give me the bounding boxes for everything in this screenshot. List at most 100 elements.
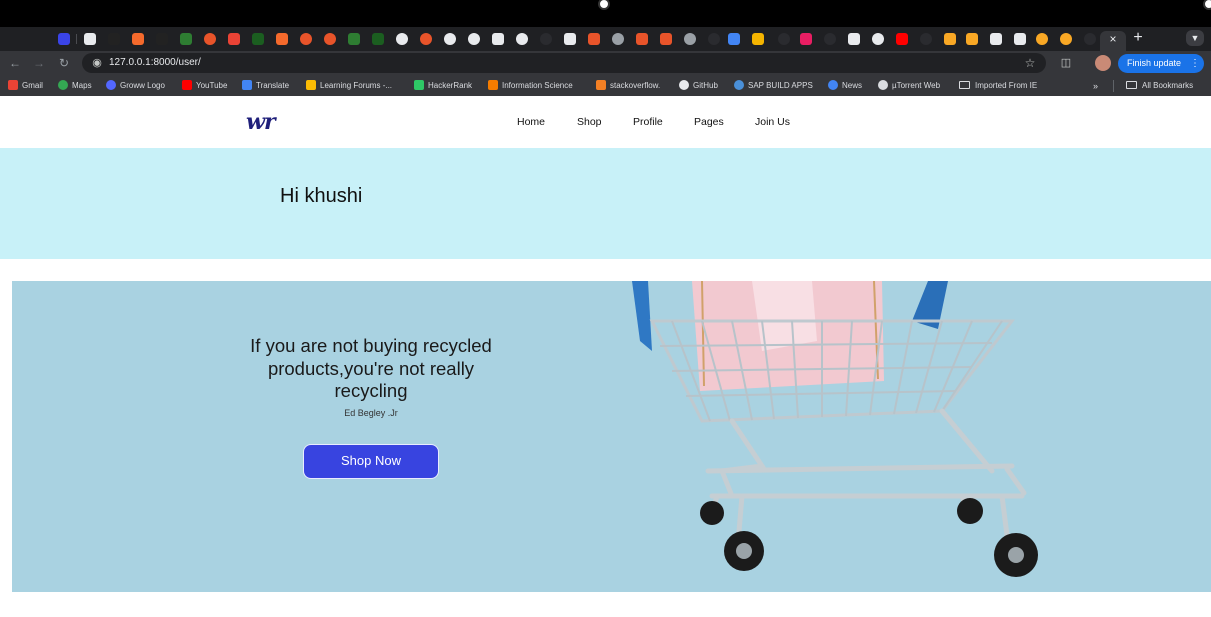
bookmark-hackerrank[interactable]: HackerRank (414, 79, 472, 93)
nav-join-us[interactable]: Join Us (755, 114, 790, 130)
tab-icon[interactable] (228, 33, 240, 45)
tab-icon[interactable] (728, 33, 740, 45)
maps-icon (58, 80, 68, 90)
nav-shop[interactable]: Shop (577, 114, 602, 130)
tab-icon[interactable] (800, 33, 812, 45)
tab-icon[interactable] (300, 33, 312, 45)
tab-icon[interactable] (468, 33, 480, 45)
tab-icon[interactable] (180, 33, 192, 45)
bookmark-groww[interactable]: Groww Logo (106, 79, 165, 93)
tab-icon[interactable] (276, 33, 288, 45)
shop-now-button[interactable]: Shop Now (303, 444, 439, 479)
bookmark-label: Gmail (22, 81, 43, 90)
bookmark-translate[interactable]: Translate (242, 79, 289, 93)
tab-icon[interactable] (540, 33, 552, 45)
hero-banner: If you are not buying recycled products,… (12, 281, 1211, 592)
hero-quote: If you are not buying recycled products,… (234, 335, 508, 403)
tab-icon[interactable] (420, 33, 432, 45)
bookmark-maps[interactable]: Maps (58, 79, 92, 93)
tab-icon[interactable] (444, 33, 456, 45)
nav-profile[interactable]: Profile (633, 114, 663, 130)
tab-icon[interactable] (636, 33, 648, 45)
cart-wheels (700, 498, 1038, 577)
tab-icon[interactable] (944, 33, 956, 45)
profile-avatar[interactable] (1095, 55, 1111, 71)
tab-icon[interactable] (824, 33, 836, 45)
tab-icon[interactable] (396, 33, 408, 45)
address-url[interactable]: 127.0.0.1:8000/user/ (109, 55, 201, 71)
hackerrank-icon (414, 80, 424, 90)
tab-icon[interactable] (108, 33, 120, 45)
tab-icon[interactable] (132, 33, 144, 45)
bookmark-information-science[interactable]: Information Science (488, 79, 573, 93)
tab-icon[interactable] (1060, 33, 1072, 45)
bookmark-youtube[interactable]: YouTube (182, 79, 227, 93)
extensions-icon[interactable]: ◫ (1058, 55, 1074, 71)
back-arrow-icon[interactable]: ← (7, 55, 23, 71)
tab-icon[interactable] (492, 33, 504, 45)
tab-icon[interactable] (58, 33, 70, 45)
tab-icon[interactable] (324, 33, 336, 45)
tab-icon[interactable] (1014, 33, 1026, 45)
bookmark-github[interactable]: GitHub (679, 79, 718, 93)
tab-icon[interactable] (1036, 33, 1048, 45)
bookmark-stackoverflow[interactable]: stackoverflow. (596, 79, 660, 93)
site-logo[interactable]: wr (246, 110, 276, 134)
greeting-banner (0, 148, 1211, 259)
tab-icon[interactable] (588, 33, 600, 45)
tab-strip (0, 27, 1211, 51)
nav-home[interactable]: Home (517, 114, 545, 130)
window-handle-top-right[interactable] (1203, 0, 1211, 10)
reload-icon[interactable]: ↻ (56, 55, 72, 71)
tab-icon[interactable] (920, 33, 932, 45)
forward-arrow-icon[interactable]: → (31, 55, 47, 71)
news-icon (828, 80, 838, 90)
bookmark-label: Maps (72, 81, 92, 90)
tab-icon[interactable] (156, 33, 168, 45)
all-bookmarks[interactable]: All Bookmarks (1126, 79, 1193, 93)
tab-icon[interactable] (612, 33, 624, 45)
bookmark-imported-from-ie[interactable]: Imported From IE (959, 79, 1037, 93)
tab-icon[interactable] (252, 33, 264, 45)
bookmarks-overflow-icon[interactable]: » (1093, 79, 1098, 93)
bookmark-label: SAP BUILD APPS (748, 81, 813, 90)
tab-icon[interactable] (778, 33, 790, 45)
site-info-icon[interactable]: ◉ (90, 55, 104, 71)
bookmark-utorrent-web[interactable]: µTorrent Web (878, 79, 940, 93)
tab-icon[interactable] (564, 33, 576, 45)
tab-icon[interactable] (990, 33, 1002, 45)
bookmark-label: Information Science (502, 81, 573, 90)
more-menu-icon[interactable]: ⋮ (1190, 54, 1200, 73)
bookmark-gmail[interactable]: Gmail (8, 79, 43, 93)
all-bookmarks-label: All Bookmarks (1142, 81, 1194, 90)
bookmark-star-icon[interactable]: ☆ (1022, 55, 1038, 71)
drive-icon (306, 80, 316, 90)
tab-icon[interactable] (516, 33, 528, 45)
tab-close-icon[interactable]: × (1106, 31, 1120, 47)
new-tab-button[interactable]: + (1130, 29, 1146, 47)
tab-icon[interactable] (660, 33, 672, 45)
bookmark-label: GitHub (693, 81, 718, 90)
tab-icon[interactable] (848, 33, 860, 45)
tab-icon[interactable] (84, 33, 96, 45)
tab-icon[interactable] (348, 33, 360, 45)
quote-author: Ed Begley .Jr (344, 408, 398, 418)
bookmark-label: stackoverflow. (610, 81, 661, 90)
tab-icon[interactable] (204, 33, 216, 45)
tab-icon[interactable] (872, 33, 884, 45)
tab-search-dropdown-icon[interactable]: ▼ (1186, 30, 1204, 46)
tab-icon[interactable] (1084, 33, 1096, 45)
gmail-icon (8, 80, 18, 90)
tab-icon[interactable] (372, 33, 384, 45)
tab-icon[interactable] (708, 33, 720, 45)
bookmark-learning-forums[interactable]: Learning Forums -... (306, 79, 392, 93)
quote-line: recycling (334, 380, 408, 401)
tab-icon[interactable] (684, 33, 696, 45)
tab-icon[interactable] (896, 33, 908, 45)
tab-icon[interactable] (752, 33, 764, 45)
nav-pages[interactable]: Pages (694, 114, 724, 130)
address-bar[interactable] (82, 53, 1046, 73)
bookmark-sap-build-apps[interactable]: SAP BUILD APPS (734, 79, 813, 93)
bookmark-news[interactable]: News (828, 79, 862, 93)
tab-icon[interactable] (966, 33, 978, 45)
